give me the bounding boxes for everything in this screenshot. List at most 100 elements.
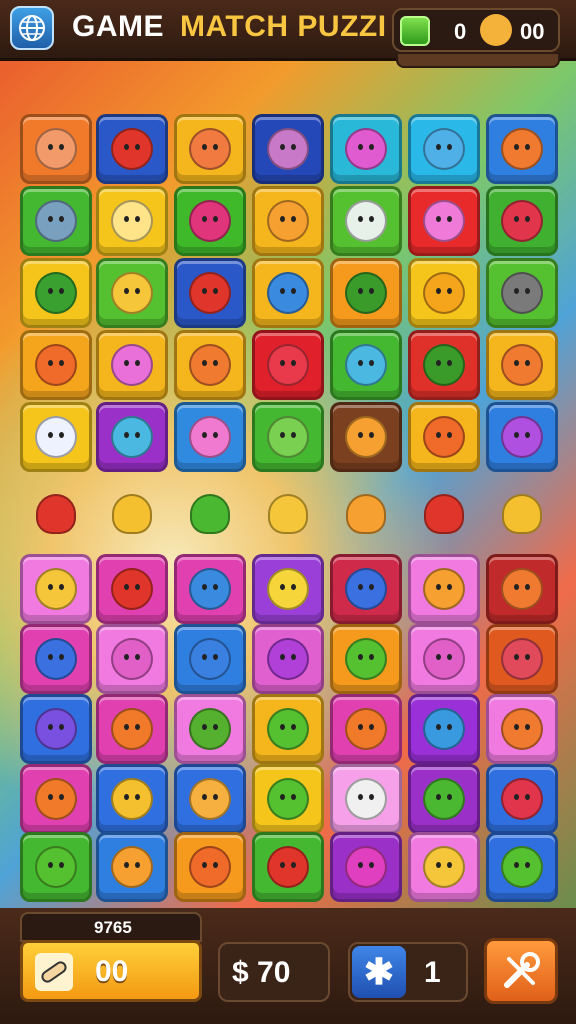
loose-item-3[interactable] bbox=[180, 484, 240, 544]
globe-menu-button[interactable] bbox=[10, 6, 54, 50]
top-tile-r2c7[interactable] bbox=[486, 186, 558, 256]
bottom-tile-r1c2[interactable] bbox=[96, 554, 168, 624]
top-tile-r5c5[interactable] bbox=[330, 402, 402, 472]
top-tile-r4c2[interactable] bbox=[96, 330, 168, 400]
bottom-tile-r5c7[interactable] bbox=[486, 832, 558, 902]
top-tile-r2c5[interactable] bbox=[330, 186, 402, 256]
bottom-tile-r1c5[interactable] bbox=[330, 554, 402, 624]
top-tile-r2c4[interactable] bbox=[252, 186, 324, 256]
top-tile-r1c5[interactable] bbox=[330, 114, 402, 184]
bottom-tile-r2c7[interactable] bbox=[486, 624, 558, 694]
bottom-tile-r3c4[interactable] bbox=[252, 694, 324, 764]
tools-button[interactable] bbox=[484, 938, 558, 1004]
top-tile-r1c2[interactable] bbox=[96, 114, 168, 184]
top-tile-r4c1[interactable] bbox=[20, 330, 92, 400]
top-tile-r3c6[interactable] bbox=[408, 258, 480, 328]
stick-icon bbox=[111, 778, 153, 820]
bottom-tile-r5c4[interactable] bbox=[252, 832, 324, 902]
bottom-tile-r4c6[interactable] bbox=[408, 764, 480, 834]
top-tile-r5c2[interactable] bbox=[96, 402, 168, 472]
cat-face-icon bbox=[501, 128, 543, 170]
pear-figure-icon bbox=[112, 494, 152, 534]
top-tile-r4c3[interactable] bbox=[174, 330, 246, 400]
bottom-tile-r3c1[interactable] bbox=[20, 694, 92, 764]
loose-item-2[interactable] bbox=[102, 484, 162, 544]
bottom-tile-r5c6[interactable] bbox=[408, 832, 480, 902]
top-tile-r3c4[interactable] bbox=[252, 258, 324, 328]
bottom-tile-r5c5[interactable] bbox=[330, 832, 402, 902]
bottom-tile-r1c4[interactable] bbox=[252, 554, 324, 624]
bottom-tile-r2c3[interactable] bbox=[174, 624, 246, 694]
lollipop-icon bbox=[35, 708, 77, 750]
top-tile-r5c3[interactable] bbox=[174, 402, 246, 472]
top-tile-r3c7[interactable] bbox=[486, 258, 558, 328]
loose-item-7[interactable] bbox=[492, 484, 552, 544]
pea-pod-icon bbox=[190, 494, 230, 534]
top-tile-r1c7[interactable] bbox=[486, 114, 558, 184]
bottom-tile-r3c6[interactable] bbox=[408, 694, 480, 764]
boost-button[interactable]: ✱ 1 bbox=[348, 942, 468, 1002]
top-tile-r1c1[interactable] bbox=[20, 114, 92, 184]
top-tile-r4c7[interactable] bbox=[486, 330, 558, 400]
top-tile-r1c4[interactable] bbox=[252, 114, 324, 184]
cat-face-icon bbox=[35, 128, 77, 170]
loose-item-5[interactable] bbox=[336, 484, 396, 544]
top-tile-r2c2[interactable] bbox=[96, 186, 168, 256]
loose-item-4[interactable] bbox=[258, 484, 318, 544]
cat-face-icon bbox=[35, 846, 77, 888]
bottom-tile-r4c1[interactable] bbox=[20, 764, 92, 834]
top-tile-r3c2[interactable] bbox=[96, 258, 168, 328]
bottom-tile-r4c2[interactable] bbox=[96, 764, 168, 834]
bottom-tile-r2c4[interactable] bbox=[252, 624, 324, 694]
orange-icon bbox=[111, 708, 153, 750]
top-tile-r4c6[interactable] bbox=[408, 330, 480, 400]
top-tile-r4c5[interactable] bbox=[330, 330, 402, 400]
banana-icon bbox=[423, 846, 465, 888]
top-tile-r5c7[interactable] bbox=[486, 402, 558, 472]
cat-face-icon bbox=[267, 708, 309, 750]
bottom-tile-r4c7[interactable] bbox=[486, 764, 558, 834]
top-tile-r3c5[interactable] bbox=[330, 258, 402, 328]
boost-value: 1 bbox=[424, 956, 441, 989]
bottom-tile-r3c5[interactable] bbox=[330, 694, 402, 764]
bottom-tile-r1c6[interactable] bbox=[408, 554, 480, 624]
round-face-icon bbox=[267, 846, 309, 888]
moves-button[interactable]: 00 bbox=[20, 940, 202, 1002]
top-tile-r5c1[interactable] bbox=[20, 402, 92, 472]
bottom-tile-r2c1[interactable] bbox=[20, 624, 92, 694]
cat-face-icon bbox=[267, 128, 309, 170]
top-tile-r5c6[interactable] bbox=[408, 402, 480, 472]
cat-face-icon bbox=[189, 416, 231, 458]
bottom-tile-r3c7[interactable] bbox=[486, 694, 558, 764]
top-tile-r2c3[interactable] bbox=[174, 186, 246, 256]
loose-item-1[interactable] bbox=[26, 484, 86, 544]
bottom-tile-r1c7[interactable] bbox=[486, 554, 558, 624]
bottom-tile-r4c4[interactable] bbox=[252, 764, 324, 834]
top-tile-r2c1[interactable] bbox=[20, 186, 92, 256]
lollipop-icon bbox=[423, 200, 465, 242]
bottom-tile-r5c1[interactable] bbox=[20, 832, 92, 902]
top-tile-r1c6[interactable] bbox=[408, 114, 480, 184]
top-tile-r5c4[interactable] bbox=[252, 402, 324, 472]
leaf-icon bbox=[501, 846, 543, 888]
top-tile-r1c3[interactable] bbox=[174, 114, 246, 184]
bottom-tile-r4c3[interactable] bbox=[174, 764, 246, 834]
top-tile-r3c1[interactable] bbox=[20, 258, 92, 328]
top-tile-r4c4[interactable] bbox=[252, 330, 324, 400]
bottom-tile-r1c3[interactable] bbox=[174, 554, 246, 624]
round-face-icon bbox=[267, 638, 309, 680]
cat-face-icon bbox=[189, 344, 231, 386]
bottom-tile-r2c5[interactable] bbox=[330, 624, 402, 694]
bottom-tile-r3c3[interactable] bbox=[174, 694, 246, 764]
loose-item-6[interactable] bbox=[414, 484, 474, 544]
top-tile-r3c3[interactable] bbox=[174, 258, 246, 328]
cat-face-icon bbox=[345, 778, 387, 820]
top-tile-r2c6[interactable] bbox=[408, 186, 480, 256]
bottom-tile-r1c1[interactable] bbox=[20, 554, 92, 624]
bottom-tile-r5c3[interactable] bbox=[174, 832, 246, 902]
bottom-tile-r4c5[interactable] bbox=[330, 764, 402, 834]
bottom-tile-r2c6[interactable] bbox=[408, 624, 480, 694]
bottom-tile-r3c2[interactable] bbox=[96, 694, 168, 764]
bottom-tile-r5c2[interactable] bbox=[96, 832, 168, 902]
bottom-tile-r2c2[interactable] bbox=[96, 624, 168, 694]
